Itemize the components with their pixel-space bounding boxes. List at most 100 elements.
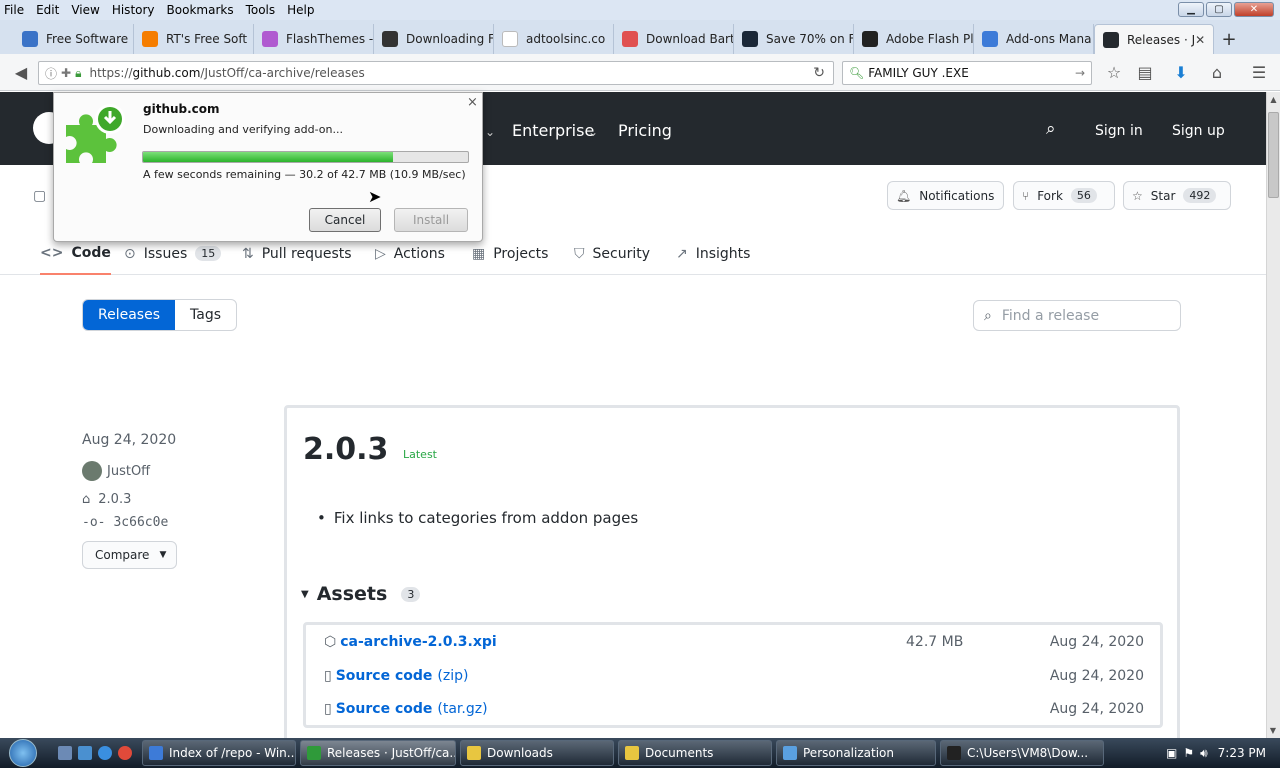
new-tab-button[interactable]: + [1214, 24, 1244, 54]
menu-help[interactable]: Help [287, 3, 314, 17]
repo-tab-projects[interactable]: ▦ Projects [472, 232, 548, 275]
tab-favicon-icon [862, 31, 878, 47]
asset-link[interactable]: ca-archive-2.0.3.xpi [340, 634, 496, 650]
tags-tab[interactable]: Tags [175, 300, 236, 330]
menu-bookmarks[interactable]: Bookmarks [167, 3, 234, 17]
tab-label: Add-ons Mana [1006, 32, 1092, 46]
scroll-up-icon[interactable]: ▲ [1267, 95, 1280, 104]
scroll-down-icon[interactable]: ▼ [1267, 726, 1279, 735]
menu-hamburger-icon[interactable]: ☰ [1246, 59, 1272, 85]
repo-tab-icon: <> [40, 244, 64, 261]
browser-tab[interactable]: Download Bart [614, 24, 734, 54]
menu-view[interactable]: View [71, 3, 99, 17]
browser-tab[interactable]: Downloading F [374, 24, 494, 54]
downloads-icon[interactable]: ⬇ [1168, 59, 1194, 85]
back-icon[interactable]: ◀ [8, 59, 34, 85]
author-name[interactable]: JustOff [107, 464, 150, 479]
windows-logo-icon[interactable] [9, 739, 37, 767]
search-input[interactable]: FAMILY GUY .EXE [868, 66, 969, 80]
taskbar-button[interactable]: Personalization [776, 740, 936, 766]
download-progress-fill [143, 152, 394, 162]
browser-tab[interactable]: Free Software [14, 24, 134, 54]
browser-tab[interactable]: FlashThemes - [254, 24, 374, 54]
nav-enterprise[interactable]: Enterprise [512, 121, 594, 140]
browser-tab[interactable]: Save 70% on F [734, 24, 854, 54]
repo-icon: ▢ [33, 188, 47, 204]
menu-file[interactable]: File [4, 3, 24, 17]
sign-up-link[interactable]: Sign up [1172, 123, 1225, 139]
asset-link[interactable]: Source code [336, 701, 433, 717]
browser-tab[interactable]: RT's Free Soft [134, 24, 254, 54]
popup-close-icon[interactable]: × [467, 95, 478, 110]
clock[interactable]: 7:23 PM [1218, 746, 1266, 760]
notifications-button[interactable]: 🔔︎ Notifications [887, 181, 1004, 210]
info-icon[interactable]: ⓘ [45, 65, 57, 82]
star-button[interactable]: ☆ Star 492 [1123, 181, 1231, 210]
action-center-icon[interactable]: ⚑ [1183, 746, 1194, 760]
taskbar-button[interactable]: C:\Users\VM8\Dow... [940, 740, 1104, 766]
asset-link[interactable]: Source code [336, 668, 433, 684]
show-desktop-icon[interactable] [58, 746, 72, 760]
reload-icon[interactable]: ↻ [813, 65, 825, 81]
start-button[interactable] [0, 738, 46, 768]
menu-history[interactable]: History [112, 3, 155, 17]
taskbar-button[interactable]: Downloads [460, 740, 614, 766]
commit-icon: -o- [82, 515, 106, 530]
cancel-button[interactable]: Cancel [309, 208, 381, 232]
search-bar[interactable]: 🔍︎ FAMILY GUY .EXE → [842, 61, 1092, 85]
tab-label: Adobe Flash Pl [886, 32, 974, 46]
scrollbar-thumb[interactable] [1268, 112, 1279, 198]
zip-icon: ▯ [324, 668, 332, 684]
menu-edit[interactable]: Edit [36, 3, 59, 17]
taskbar-button[interactable]: Documents [618, 740, 772, 766]
taskbar-button[interactable]: Releases · JustOff/ca... [300, 740, 456, 766]
url-domain: github.com [132, 66, 201, 80]
menu-tools[interactable]: Tools [246, 3, 276, 17]
install-button[interactable]: Install [394, 208, 468, 232]
asset-suffix[interactable]: (zip) [437, 668, 468, 684]
bookmark-star-icon[interactable]: ☆ [1101, 59, 1127, 85]
release-title[interactable]: 2.0.3 [303, 432, 388, 467]
repo-tab-label: Projects [493, 245, 549, 262]
tab-favicon-icon [22, 31, 38, 47]
sign-in-link[interactable]: Sign in [1095, 123, 1143, 139]
browser-tab[interactable]: Releases · J ✕ [1094, 24, 1214, 54]
url-bar[interactable]: ⓘ ✚ 🔒︎ https://github.com/JustOff/ca-arc… [38, 61, 834, 85]
minimize-button[interactable]: ▁ [1178, 2, 1204, 17]
page-scrollbar[interactable]: ▲ ▼ [1266, 92, 1280, 738]
release-tag[interactable]: ⌂ 2.0.3 [82, 492, 131, 507]
search-engine-icon[interactable]: 🔍︎ [849, 66, 864, 80]
assets-header[interactable]: ▼ Assets 3 [301, 583, 421, 605]
search-go-icon[interactable]: → [1075, 66, 1085, 80]
find-release-input[interactable]: ⌕ Find a release [973, 300, 1181, 331]
repo-tab-security[interactable]: ⛉ Security [574, 232, 650, 275]
tag-name[interactable]: 2.0.3 [98, 492, 131, 507]
volume-icon[interactable]: 🔊︎ [1200, 746, 1208, 761]
maximize-button[interactable]: ▢ [1206, 2, 1232, 17]
taskbar-button[interactable]: Index of /repo - Win... [142, 740, 296, 766]
close-tab-icon[interactable]: ✕ [1195, 33, 1205, 47]
search-icon[interactable]: ⌕ [1046, 119, 1056, 139]
ie-icon[interactable] [98, 746, 112, 760]
browser-tab[interactable]: Adobe Flash Pl [854, 24, 974, 54]
asset-date: Aug 24, 2020 [1049, 634, 1144, 650]
release-commit[interactable]: -o- 3c66c0e [82, 515, 168, 530]
releases-tab[interactable]: Releases [83, 300, 175, 330]
browser-tab[interactable]: Add-ons Mana [974, 24, 1094, 54]
network-icon[interactable]: ▣ [1166, 746, 1177, 760]
repo-tab-insights[interactable]: ↗ Insights [676, 232, 750, 275]
reading-list-icon[interactable]: ▤ [1132, 59, 1158, 85]
home-icon[interactable]: ⌂ [1204, 59, 1230, 85]
release-author[interactable]: JustOff [82, 461, 150, 481]
fork-button[interactable]: ⑂ Fork 56 [1013, 181, 1115, 210]
asset-suffix[interactable]: (tar.gz) [437, 701, 487, 717]
browser-tab[interactable]: adtoolsinc.co [494, 24, 614, 54]
tab-label: adtoolsinc.co [526, 32, 606, 46]
chrome-icon[interactable] [118, 746, 132, 760]
addon-icon[interactable]: ✚ [61, 66, 71, 80]
nav-pricing[interactable]: Pricing [618, 121, 672, 140]
compare-button[interactable]: Compare ▼ [82, 541, 177, 569]
commit-hash[interactable]: 3c66c0e [113, 515, 168, 530]
switch-windows-icon[interactable] [78, 746, 92, 760]
close-window-button[interactable]: ✕ [1234, 2, 1274, 17]
